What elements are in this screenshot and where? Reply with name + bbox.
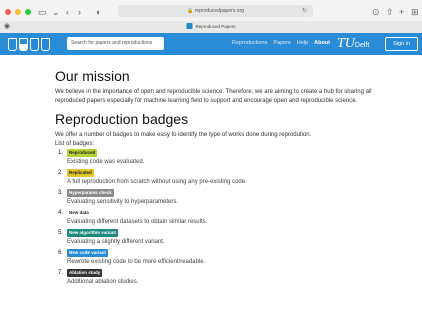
- tudelft-logo[interactable]: TUDelft: [337, 36, 369, 52]
- flask-icon: [41, 38, 50, 51]
- brand-main: TU: [337, 36, 355, 51]
- badge-replicated: Replicated: [67, 169, 94, 177]
- address-bar[interactable]: 🔒 reproducedpapers.org ↻: [118, 5, 313, 17]
- window-controls[interactable]: [5, 9, 31, 15]
- brand-sub: Delft: [354, 42, 370, 49]
- chevron-down-icon[interactable]: ⌄: [52, 5, 60, 19]
- nav-link-help[interactable]: Help: [297, 40, 308, 46]
- badge-description: Additional ablation studies.: [67, 279, 139, 285]
- list-item: 6. New code variant Rewrote existing cod…: [55, 249, 375, 267]
- tab-active[interactable]: Reproduced Papers: [186, 23, 236, 29]
- badge-new-algorithm-variant: New algorithm variant: [67, 229, 119, 237]
- site-navbar: Search for papers and reproductions Repr…: [0, 33, 422, 55]
- new-tab-icon[interactable]: +: [399, 5, 404, 19]
- browser-chrome: ▭ ⌄ ‹ › ◐ 🔒 reproducedpapers.org ↻ ⊙ ⇧ +…: [0, 0, 422, 33]
- forward-icon[interactable]: ›: [78, 5, 81, 19]
- list-item: 5. New algorithm variant Evaluating a sl…: [55, 229, 375, 247]
- flask-icon: [30, 38, 39, 51]
- main-content: Our mission We believe in the importance…: [55, 68, 375, 289]
- favicon-icon: [186, 23, 193, 29]
- flask-icon: [8, 38, 17, 51]
- close-window-button[interactable]: [5, 9, 11, 15]
- badge-description: Rewrote existing code to be more efficie…: [67, 259, 206, 265]
- share-icon[interactable]: ⇧: [386, 5, 394, 19]
- list-number: 3.: [58, 190, 64, 196]
- nav-links: Reproductions Papers Help About: [232, 40, 330, 46]
- privacy-shield-icon[interactable]: ◐: [96, 5, 101, 19]
- badge-new-code-variant: New code variant: [67, 249, 109, 257]
- tab-strip: ◉ Reproduced Papers: [0, 21, 422, 33]
- flask-filled-icon: [19, 38, 28, 51]
- badge-new-data: New data: [67, 209, 91, 217]
- badge-description: Evaluating different datasets to obtain …: [67, 219, 208, 225]
- tab-overview-icon[interactable]: ⊞: [411, 5, 419, 19]
- url-text: reproducedpapers.org: [194, 8, 244, 14]
- download-icon[interactable]: ⊙: [372, 5, 380, 19]
- badge-list: 1. Reproduced Existing code was evaluate…: [55, 149, 375, 287]
- badges-intro: We offer a number of badges to make easy…: [55, 132, 312, 138]
- search-input[interactable]: Search for papers and reproductions: [67, 37, 164, 50]
- badge-description: A full reproduction from scratch without…: [67, 179, 247, 185]
- list-number: 1.: [58, 150, 64, 156]
- nav-link-papers[interactable]: Papers: [273, 40, 290, 46]
- badge-ablation-study: Ablation study: [67, 269, 103, 277]
- list-number: 2.: [58, 170, 64, 176]
- nav-link-reproductions[interactable]: Reproductions: [232, 40, 267, 46]
- reload-icon[interactable]: ↻: [302, 5, 307, 17]
- badge-reproduced: Reproduced: [67, 149, 98, 157]
- list-item: 4. New data Evaluating different dataset…: [55, 209, 375, 227]
- badge-description: Evaluating sensitivity to hyperparameter…: [67, 199, 179, 205]
- badges-list-label: List of badges:: [55, 141, 95, 147]
- badges-title: Reproduction badges: [55, 111, 189, 127]
- list-item: 2. Replicated A full reproduction from s…: [55, 169, 375, 187]
- list-number: 4.: [58, 210, 64, 216]
- badge-hyperparams-check: Hyperparams check: [67, 189, 114, 197]
- minimize-window-button[interactable]: [15, 9, 21, 15]
- list-item: 3. Hyperparams check Evaluating sensitiv…: [55, 189, 375, 207]
- sign-in-button[interactable]: Sign in: [385, 37, 418, 51]
- list-number: 5.: [58, 230, 64, 236]
- badge-description: Existing code was evaluated.: [67, 159, 145, 165]
- site-logo[interactable]: [8, 36, 58, 51]
- nav-link-about[interactable]: About: [314, 40, 330, 46]
- list-item: 1. Reproduced Existing code was evaluate…: [55, 149, 375, 167]
- list-number: 7.: [58, 270, 64, 276]
- back-icon[interactable]: ‹: [66, 5, 69, 19]
- lock-icon: 🔒: [187, 8, 194, 14]
- mission-text: We believe in the importance of open and…: [55, 89, 372, 104]
- maximize-window-button[interactable]: [25, 9, 31, 15]
- badge-description: Evaluating a slightly different variant.: [67, 239, 165, 245]
- tab-title-label: Reproduced Papers: [195, 23, 236, 29]
- list-item: 7. Ablation study Additional ablation st…: [55, 269, 375, 287]
- sidebar-icon[interactable]: ▭: [38, 5, 47, 19]
- list-number: 6.: [58, 250, 64, 256]
- github-icon[interactable]: ◉: [4, 22, 10, 30]
- mission-title: Our mission: [55, 68, 130, 84]
